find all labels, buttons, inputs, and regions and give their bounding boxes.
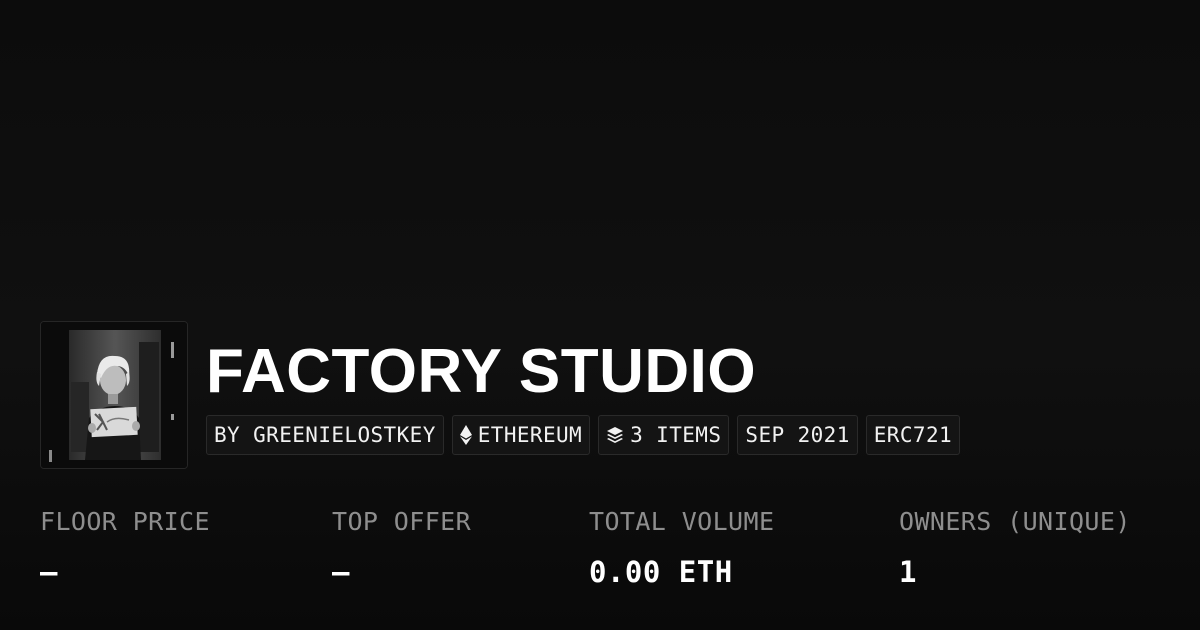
layers-icon	[606, 426, 624, 444]
token-standard-label: ERC721	[873, 423, 953, 447]
ethereum-icon	[459, 425, 472, 445]
creator-label: BY GREENIELOSTKEY	[214, 423, 436, 447]
collection-thumbnail	[40, 321, 188, 469]
chain-badge: ETHEREUM	[451, 415, 591, 455]
owners-label: OWNERS (UNIQUE)	[899, 507, 1131, 536]
items-badge: 3 ITEMS	[598, 415, 730, 455]
total-volume-value: 0.00 ETH	[589, 555, 733, 589]
floor-price-stat: FLOOR PRICE –	[40, 502, 210, 592]
collection-title: FACTORY STUDIO	[206, 337, 757, 406]
floor-price-label: FLOOR PRICE	[40, 507, 210, 536]
token-standard-badge: ERC721	[865, 415, 961, 455]
total-volume-label: TOTAL VOLUME	[589, 507, 775, 536]
floor-price-value: –	[40, 555, 58, 589]
owners-value: 1	[899, 555, 917, 589]
created-date-badge: SEP 2021	[737, 415, 858, 455]
thumbnail-image	[41, 322, 187, 468]
owners-stat: OWNERS (UNIQUE) 1	[899, 502, 1131, 592]
top-offer-label: TOP OFFER	[332, 507, 472, 536]
chain-label: ETHEREUM	[477, 423, 583, 447]
top-offer-stat: TOP OFFER –	[332, 502, 471, 592]
creator-badge[interactable]: BY GREENIELOSTKEY	[206, 415, 444, 455]
total-volume-stat: TOTAL VOLUME 0.00 ETH	[589, 502, 774, 592]
top-offer-value: –	[332, 555, 350, 589]
items-label: 3 ITEMS	[630, 423, 722, 447]
collection-badges: BY GREENIELOSTKEY ETHEREUM 3 ITEMS SEP 2…	[206, 415, 961, 455]
created-date-label: SEP 2021	[745, 423, 850, 447]
